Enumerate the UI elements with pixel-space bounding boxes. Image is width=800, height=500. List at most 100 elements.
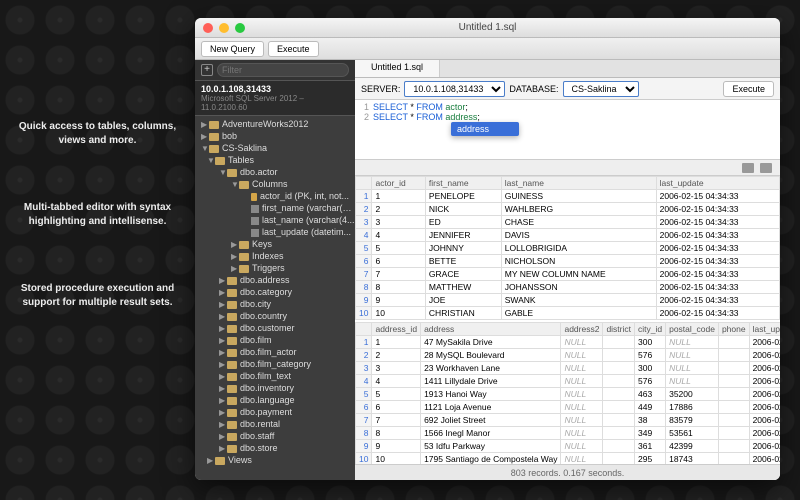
table-cell[interactable] [603,453,635,465]
table-cell[interactable]: 1 [372,190,425,203]
tree-node[interactable]: ▶dbo.film_category [195,358,355,370]
copy-icon[interactable] [760,163,772,173]
table-cell[interactable]: NULL [561,362,603,375]
filter-input[interactable] [217,63,349,77]
tree-node[interactable]: ▶dbo.film [195,334,355,346]
table-cell[interactable]: 4 [356,229,372,242]
table-cell[interactable]: 8 [372,281,425,294]
table-cell[interactable]: PENELOPE [425,190,501,203]
new-query-button[interactable]: New Query [201,41,264,57]
table-cell[interactable]: 6 [356,401,372,414]
tree-node[interactable]: last_name (varchar(4... [195,214,355,226]
table-cell[interactable]: CHASE [501,216,656,229]
sql-editor[interactable]: 1SELECT * FROM actor;2SELECT * FROM addr… [355,100,780,160]
table-cell[interactable]: 5 [372,388,421,401]
table-cell[interactable]: 300 [635,362,666,375]
table-row[interactable]: 661121 Loja AvenueNULL449178862006-02-15… [356,401,781,414]
table-cell[interactable]: 2006-02-15 04:34:33 [656,281,779,294]
tree-node[interactable]: last_update (datetim... [195,226,355,238]
tree-node[interactable]: ▼CS-Saklina [195,142,355,154]
table-row[interactable]: 77692 Joliet StreetNULL38835792006-02-15… [356,414,781,427]
tree-node[interactable]: ▶dbo.inventory [195,382,355,394]
column-header[interactable]: phone [718,323,749,336]
table-cell[interactable] [718,414,749,427]
table-cell[interactable]: 2 [356,349,372,362]
table-cell[interactable]: 7 [356,268,372,281]
table-cell[interactable]: 23 Workhaven Lane [421,362,561,375]
table-cell[interactable]: 2006-02-15 04:34:33 [656,268,779,281]
table-row[interactable]: 441411 Lillydale DriveNULL576NULL2006-02… [356,375,781,388]
table-cell[interactable]: 2006-02-15 04:45: [749,440,780,453]
tree-node[interactable]: ▼Columns [195,178,355,190]
table-cell[interactable] [718,375,749,388]
database-select[interactable]: CS-Saklina [563,81,639,97]
table-row[interactable]: 1010CHRISTIANGABLE2006-02-15 04:34:33 [356,307,780,320]
table-cell[interactable]: 2006-02-15 04:34:33 [656,216,779,229]
tree-node[interactable]: ▶dbo.staff [195,430,355,442]
table-cell[interactable]: SWANK [501,294,656,307]
table-cell[interactable] [603,440,635,453]
tree-node[interactable]: ▶Keys [195,238,355,250]
table-cell[interactable]: 7 [372,268,425,281]
table-cell[interactable]: 463 [635,388,666,401]
table-row[interactable]: 88MATTHEWJOHANSSON2006-02-15 04:34:33 [356,281,780,294]
table-cell[interactable]: 8 [356,427,372,440]
tree-node[interactable]: ▶dbo.language [195,394,355,406]
table-cell[interactable]: 4 [356,375,372,388]
tree-node[interactable]: ▶dbo.film_actor [195,346,355,358]
titlebar[interactable]: Untitled 1.sql [195,18,780,38]
tree-node[interactable]: ▶dbo.city [195,298,355,310]
table-cell[interactable]: 2 [372,203,425,216]
tree-node[interactable]: ▶dbo.store [195,442,355,454]
table-cell[interactable]: 28 MySQL Boulevard [421,349,561,362]
table-cell[interactable]: 2006-02-15 04:34:33 [656,203,779,216]
table-cell[interactable]: 3 [372,362,421,375]
table-cell[interactable]: 35200 [666,388,719,401]
table-row[interactable]: 55JOHNNYLOLLOBRIGIDA2006-02-15 04:34:33 [356,242,780,255]
table-cell[interactable]: 42399 [666,440,719,453]
table-row[interactable]: 10101795 Santiago de Compostela WayNULL2… [356,453,781,465]
table-cell[interactable]: 6 [372,401,421,414]
table-row[interactable]: 2228 MySQL BoulevardNULL576NULL2006-02-1… [356,349,781,362]
table-cell[interactable]: 1121 Loja Avenue [421,401,561,414]
table-cell[interactable]: NULL [561,375,603,388]
column-header[interactable] [356,323,372,336]
table-cell[interactable] [718,440,749,453]
table-cell[interactable]: 1411 Lillydale Drive [421,375,561,388]
table-cell[interactable]: 2006-02-15 04:34:33 [656,307,779,320]
table-cell[interactable]: 2006-02-15 04:34:33 [656,255,779,268]
table-cell[interactable]: JENNIFER [425,229,501,242]
table-cell[interactable]: NULL [666,375,719,388]
table-cell[interactable]: LOLLOBRIGIDA [501,242,656,255]
table-row[interactable]: 1147 MySakila DriveNULL300NULL2006-02-15… [356,336,781,349]
tab-untitled[interactable]: Untitled 1.sql [355,60,440,77]
table-cell[interactable]: NULL [561,414,603,427]
execute-button[interactable]: Execute [268,41,319,57]
results-table-1[interactable]: actor_idfirst_namelast_namelast_update11… [355,176,780,320]
column-header[interactable]: last_update [656,177,779,190]
table-cell[interactable]: 2006-02-15 04:45: [749,427,780,440]
table-cell[interactable] [718,401,749,414]
table-cell[interactable]: 449 [635,401,666,414]
column-header[interactable]: last_update [749,323,780,336]
table-cell[interactable]: 1 [372,336,421,349]
export-icon[interactable] [742,163,754,173]
tree-node[interactable]: first_name (varchar(4... [195,202,355,214]
results-pane[interactable]: actor_idfirst_namelast_namelast_update11… [355,176,780,464]
table-cell[interactable]: MY NEW COLUMN NAME [501,268,656,281]
table-cell[interactable]: GRACE [425,268,501,281]
table-cell[interactable]: NULL [561,427,603,440]
table-cell[interactable]: NULL [561,336,603,349]
table-cell[interactable]: 9 [356,440,372,453]
table-cell[interactable]: 2006-02-15 04:34:33 [656,190,779,203]
table-cell[interactable]: NULL [561,401,603,414]
table-cell[interactable]: 3 [356,362,372,375]
table-cell[interactable]: 2006-02-15 04:45: [749,414,780,427]
table-cell[interactable]: 3 [356,216,372,229]
table-cell[interactable]: NULL [666,349,719,362]
table-cell[interactable]: 1 [356,190,372,203]
table-cell[interactable] [603,388,635,401]
table-cell[interactable]: 692 Joliet Street [421,414,561,427]
table-cell[interactable]: 576 [635,375,666,388]
table-cell[interactable]: NULL [561,349,603,362]
